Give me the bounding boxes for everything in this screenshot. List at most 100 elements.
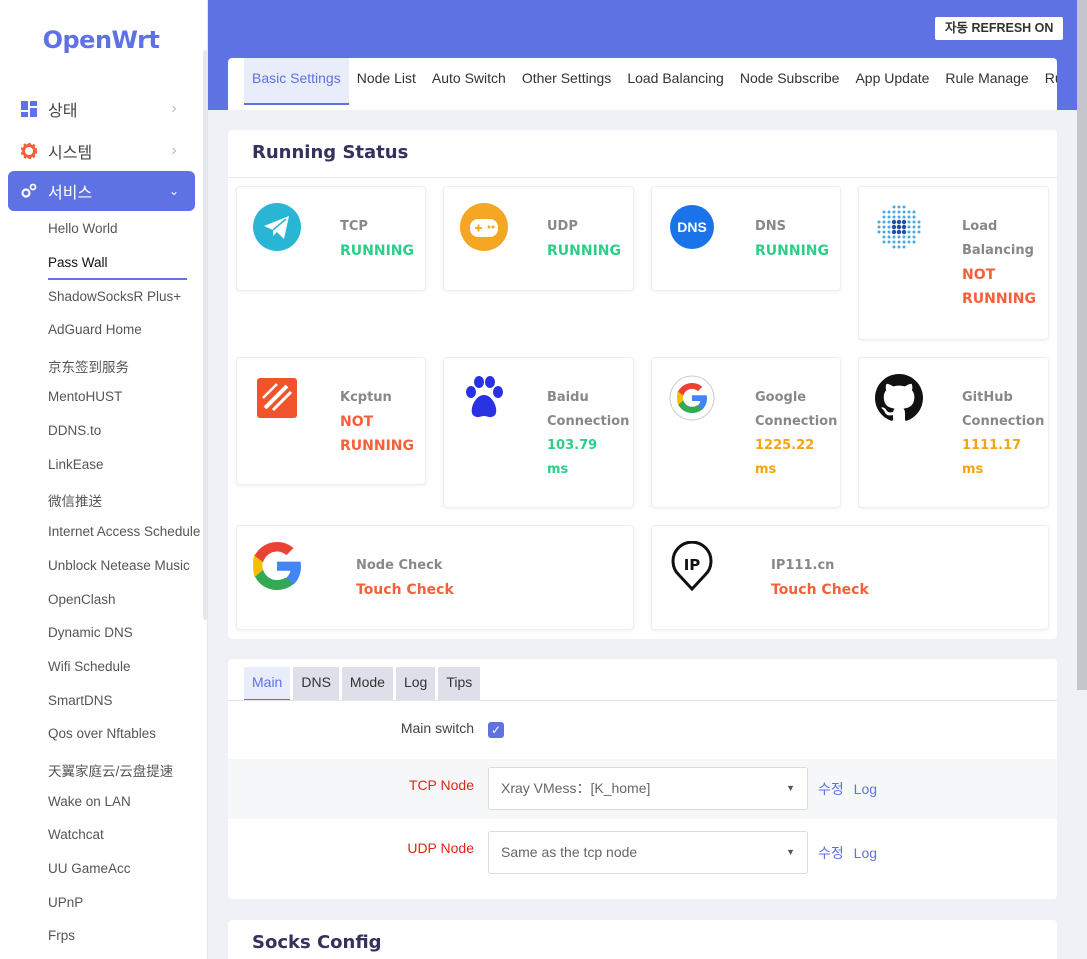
lb-dot xyxy=(892,240,896,244)
tcp-node-select[interactable]: Xray VMess：[K_home] ▼ xyxy=(488,767,808,810)
sidebar-item-9[interactable]: Internet Access Schedule xyxy=(48,524,200,539)
kcptun-icon xyxy=(253,374,301,422)
openwrt-logo[interactable]: OpenWrt xyxy=(0,26,202,54)
subtab-0[interactable]: Main xyxy=(244,667,291,701)
tab-1[interactable]: Node List xyxy=(349,58,424,105)
baidu-connection-box[interactable]: Baidu Connection 103.79 ms xyxy=(443,357,634,508)
sidebar-item-18[interactable]: Watchcat xyxy=(48,827,104,842)
sidebar-item-15[interactable]: Qos over Nftables xyxy=(48,726,156,741)
sidebar-item-3[interactable]: AdGuard Home xyxy=(48,322,142,337)
node-check-label: Node Check xyxy=(356,558,443,573)
menu-services-label: 서비스 xyxy=(48,185,93,202)
lb-dot xyxy=(901,229,907,235)
kcptun-label: Kcptun xyxy=(340,390,392,405)
lb-dot xyxy=(896,229,902,235)
google-connection-box[interactable]: Google Connection 1225.22 ms xyxy=(651,357,841,508)
google-latency-unit: ms xyxy=(755,462,777,477)
subtab-2[interactable]: Mode xyxy=(341,667,393,701)
sidebar-item-19[interactable]: UU GameAcc xyxy=(48,861,131,876)
lb-dot xyxy=(891,219,897,225)
github-label-2: Connection xyxy=(962,414,1045,429)
chevron-right-icon: › xyxy=(171,100,177,117)
udp-node-label: UDP Node xyxy=(407,840,474,856)
lb-dot xyxy=(877,230,881,234)
lb-dot xyxy=(896,219,902,225)
udp-status: RUNNING xyxy=(547,243,621,259)
sidebar-item-14[interactable]: SmartDNS xyxy=(48,693,113,708)
tcp-node-edit-link[interactable]: 수정 xyxy=(818,781,844,797)
lb-dot xyxy=(912,210,916,214)
sidebar-item-10[interactable]: Unblock Netease Music xyxy=(48,558,190,573)
lb-dot xyxy=(887,225,891,229)
tab-8[interactable]: Ru xyxy=(1037,58,1057,105)
gear-icon xyxy=(20,142,38,160)
tab-4[interactable]: Load Balancing xyxy=(619,58,732,105)
sidebar-scrollbar[interactable] xyxy=(203,50,207,620)
github-connection-box[interactable]: GitHub Connection 1111.17 ms xyxy=(858,357,1049,508)
menu-system[interactable]: 시스템 › xyxy=(8,131,195,171)
kcptun-status-1: NOT xyxy=(340,414,374,430)
settings-card: Main DNS Mode Log Tips Main switch ✓ TCP Nod… xyxy=(228,659,1057,899)
sidebar-item-2[interactable]: ShadowSocksR Plus+ xyxy=(48,289,181,304)
sidebar-item-5[interactable]: MentoHUST xyxy=(48,389,122,404)
sidebar-item-16[interactable]: 天翼家庭云/云盘提速 xyxy=(48,760,173,780)
sidebar-item-12[interactable]: Dynamic DNS xyxy=(48,625,133,640)
sidebar-item-0[interactable]: Hello World xyxy=(48,221,118,236)
lb-dot xyxy=(897,235,901,239)
lb-dot xyxy=(887,240,891,244)
sidebar-item-7[interactable]: LinkEase xyxy=(48,457,104,472)
sidebar-item-1[interactable]: Pass Wall xyxy=(48,255,108,270)
chevron-right-icon: › xyxy=(171,142,177,159)
sidebar-item-6[interactable]: DDNS.to xyxy=(48,423,101,438)
node-check-touch[interactable]: Touch Check xyxy=(356,578,454,602)
sidebar-item-13[interactable]: Wifi Schedule xyxy=(48,659,131,674)
lb-dot xyxy=(891,229,897,235)
auto-refresh-button[interactable]: 자동 REFRESH ON xyxy=(935,17,1064,40)
lb-label-2: Balancing xyxy=(962,243,1034,258)
sidebar-item-8[interactable]: 微信推送 xyxy=(48,490,102,510)
lb-dot xyxy=(892,235,896,239)
sidebar-item-21[interactable]: Frps xyxy=(48,928,75,943)
lb-dot xyxy=(882,220,886,224)
udp-node-edit-link[interactable]: 수정 xyxy=(818,845,844,861)
active-item-underline xyxy=(48,278,187,280)
udp-node-select[interactable]: Same as the tcp node ▼ xyxy=(488,831,808,874)
dns-label: DNS xyxy=(755,219,787,234)
lb-dot xyxy=(877,220,881,224)
sidebar-item-4[interactable]: 京东签到服务 xyxy=(48,356,129,376)
lb-dot xyxy=(907,220,911,224)
sidebar-item-17[interactable]: Wake on LAN xyxy=(48,794,131,809)
page-scrollbar[interactable] xyxy=(1077,0,1087,690)
subtab-3[interactable]: Log xyxy=(395,667,436,701)
tab-7[interactable]: Rule Manage xyxy=(937,58,1036,105)
tcp-status: RUNNING xyxy=(340,243,414,259)
tab-5[interactable]: Node Subscribe xyxy=(732,58,848,105)
lb-dot xyxy=(887,235,891,239)
google-latency: 1225.22 xyxy=(755,438,815,453)
ip111-touch[interactable]: Touch Check xyxy=(771,578,869,602)
menu-services[interactable]: 서비스 ⌄ xyxy=(8,171,195,211)
lb-dot xyxy=(917,225,921,229)
tab-2[interactable]: Auto Switch xyxy=(424,58,514,105)
main-switch-label: Main switch xyxy=(400,720,474,736)
udp-node-log-link[interactable]: Log xyxy=(854,845,877,861)
subtab-4[interactable]: Tips xyxy=(438,667,481,701)
menu-status-label: 상태 xyxy=(48,103,78,120)
main-switch-checkbox[interactable]: ✓ xyxy=(488,722,504,738)
lb-dot xyxy=(882,240,886,244)
tab-3[interactable]: Other Settings xyxy=(514,58,620,105)
tab-0[interactable]: Basic Settings xyxy=(244,58,349,105)
lb-dot xyxy=(896,224,902,230)
ip111-check-box[interactable]: IP IP111.cn Touch Check xyxy=(651,525,1049,630)
lb-dot xyxy=(901,219,907,225)
sidebar-item-11[interactable]: OpenClash xyxy=(48,592,116,607)
sidebar-item-20[interactable]: UPnP xyxy=(48,895,83,910)
udp-node-value: Same as the tcp node xyxy=(501,844,638,860)
kcptun-status-box: Kcptun NOT RUNNING xyxy=(236,357,426,485)
subtab-1[interactable]: DNS xyxy=(293,667,339,701)
tcp-node-log-link[interactable]: Log xyxy=(854,781,877,797)
node-check-box[interactable]: Node Check Touch Check xyxy=(236,525,634,630)
menu-status[interactable]: 상태 › xyxy=(8,89,195,129)
tab-6[interactable]: App Update xyxy=(847,58,937,105)
lb-dot xyxy=(912,220,916,224)
